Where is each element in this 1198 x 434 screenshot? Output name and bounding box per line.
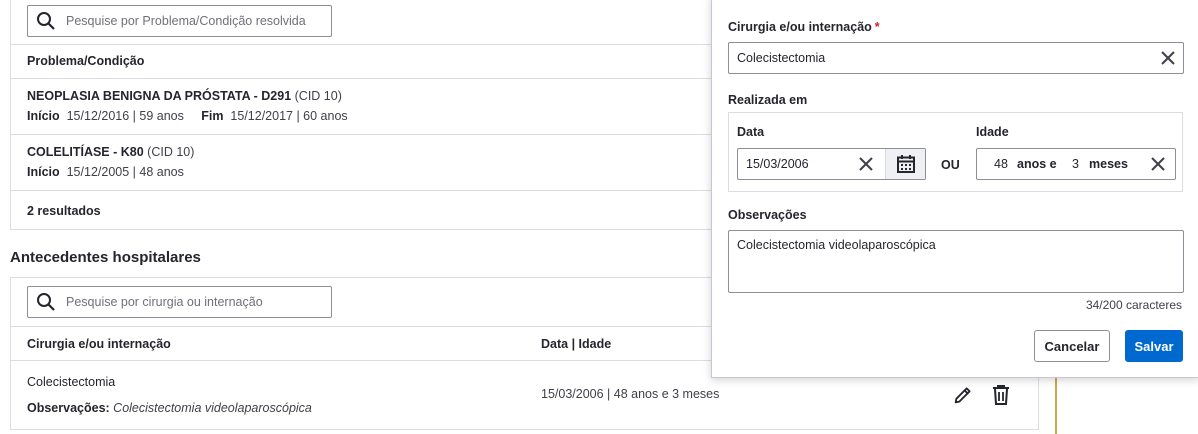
- or-separator: OU: [941, 158, 960, 172]
- search-placeholder: Pesquise por cirurgia ou internação: [66, 295, 263, 309]
- problem-name: NEOPLASIA BENIGNA DA PRÓSTATA - D291: [27, 89, 292, 103]
- results-count: 2 resultados: [27, 204, 101, 218]
- problem-dates: Início 15/12/2016 | 59 anos Fim 15/12/20…: [27, 109, 348, 123]
- start-label: Início: [27, 109, 60, 123]
- search-placeholder: Pesquise por Problema/Condição resolvida: [66, 14, 306, 28]
- column-header-procedure: Cirurgia e/ou internação: [27, 337, 171, 351]
- date-input-value: 15/03/2006: [746, 157, 809, 171]
- hospital-history-form: Cirurgia e/ou internação * Colecistectomi…: [711, 0, 1198, 378]
- clear-icon[interactable]: [1159, 49, 1177, 67]
- problem-name: COLELITÍASE - K80: [27, 145, 144, 159]
- search-icon: [37, 293, 55, 311]
- procedure-field-label: Cirurgia e/ou internação *: [728, 20, 880, 34]
- procedure-observations: Observações: Colecistectomia videolaparo…: [27, 401, 312, 415]
- edit-button[interactable]: [951, 383, 975, 407]
- delete-button[interactable]: [989, 383, 1013, 407]
- age-months-unit: meses: [1089, 157, 1128, 171]
- calendar-icon: [896, 155, 915, 173]
- observations-textarea-value: Colecistectomia videolaparoscópica: [737, 238, 936, 252]
- clear-icon[interactable]: [857, 155, 875, 173]
- start-label: Início: [27, 165, 60, 179]
- observations-label: Observações: [728, 208, 807, 222]
- problem-search-input[interactable]: Pesquise por Problema/Condição resolvida: [27, 5, 332, 37]
- age-input[interactable]: 48 anos e 3 meses: [976, 148, 1176, 180]
- age-years-value[interactable]: 48: [994, 157, 1008, 171]
- procedure-name: Colecistectomia: [27, 375, 116, 389]
- observations-value: Colecistectomia videolaparoscópica: [113, 401, 312, 415]
- save-button[interactable]: Salvar: [1125, 330, 1183, 362]
- trash-icon: [993, 385, 1009, 405]
- date-input[interactable]: 15/03/2006: [737, 148, 926, 180]
- age-months-value[interactable]: 3: [1072, 157, 1079, 171]
- observations-textarea[interactable]: Colecistectomia videolaparoscópica: [728, 230, 1184, 293]
- procedure-label-text: Cirurgia e/ou internação: [728, 20, 872, 34]
- procedure-input[interactable]: Colecistectomia: [728, 42, 1184, 74]
- required-mark: *: [874, 20, 880, 34]
- procedure-input-value: Colecistectomia: [737, 51, 826, 65]
- start-value: 15/12/2016 | 59 anos: [66, 109, 184, 123]
- char-counter: 34/200 caracteres: [1085, 298, 1182, 312]
- clear-icon[interactable]: [1149, 155, 1167, 173]
- cancel-button[interactable]: Cancelar: [1034, 330, 1110, 362]
- section-title: Antecedentes hospitalares: [10, 249, 201, 266]
- pencil-icon: [954, 387, 971, 404]
- age-label: Idade: [976, 125, 1009, 139]
- column-header-date-age: Data | Idade: [541, 337, 612, 351]
- end-label: Fim: [201, 109, 224, 123]
- cid-tag: (CID 10): [294, 89, 342, 103]
- start-value: 15/12/2005 | 48 anos: [66, 165, 184, 179]
- hospital-search-input[interactable]: Pesquise por cirurgia ou internação: [27, 286, 332, 318]
- cid-tag: (CID 10): [147, 145, 195, 159]
- performed-label: Realizada em: [728, 93, 808, 107]
- problem-title: COLELITÍASE - K80 (CID 10): [27, 145, 194, 159]
- date-label: Data: [737, 125, 765, 139]
- problem-title: NEOPLASIA BENIGNA DA PRÓSTATA - D291 (CI…: [27, 89, 342, 103]
- accent-divider: [1055, 378, 1057, 434]
- search-icon: [37, 12, 55, 30]
- calendar-button[interactable]: [885, 149, 925, 179]
- problem-dates: Início 15/12/2005 | 48 anos: [27, 165, 184, 179]
- column-header-problem: Problema/Condição: [27, 54, 145, 68]
- procedure-date-age: 15/03/2006 | 48 anos e 3 meses: [541, 387, 720, 401]
- end-value: 15/12/2017 | 60 anos: [230, 109, 348, 123]
- observations-label: Observações:: [27, 401, 110, 415]
- age-years-unit: anos e: [1017, 157, 1057, 171]
